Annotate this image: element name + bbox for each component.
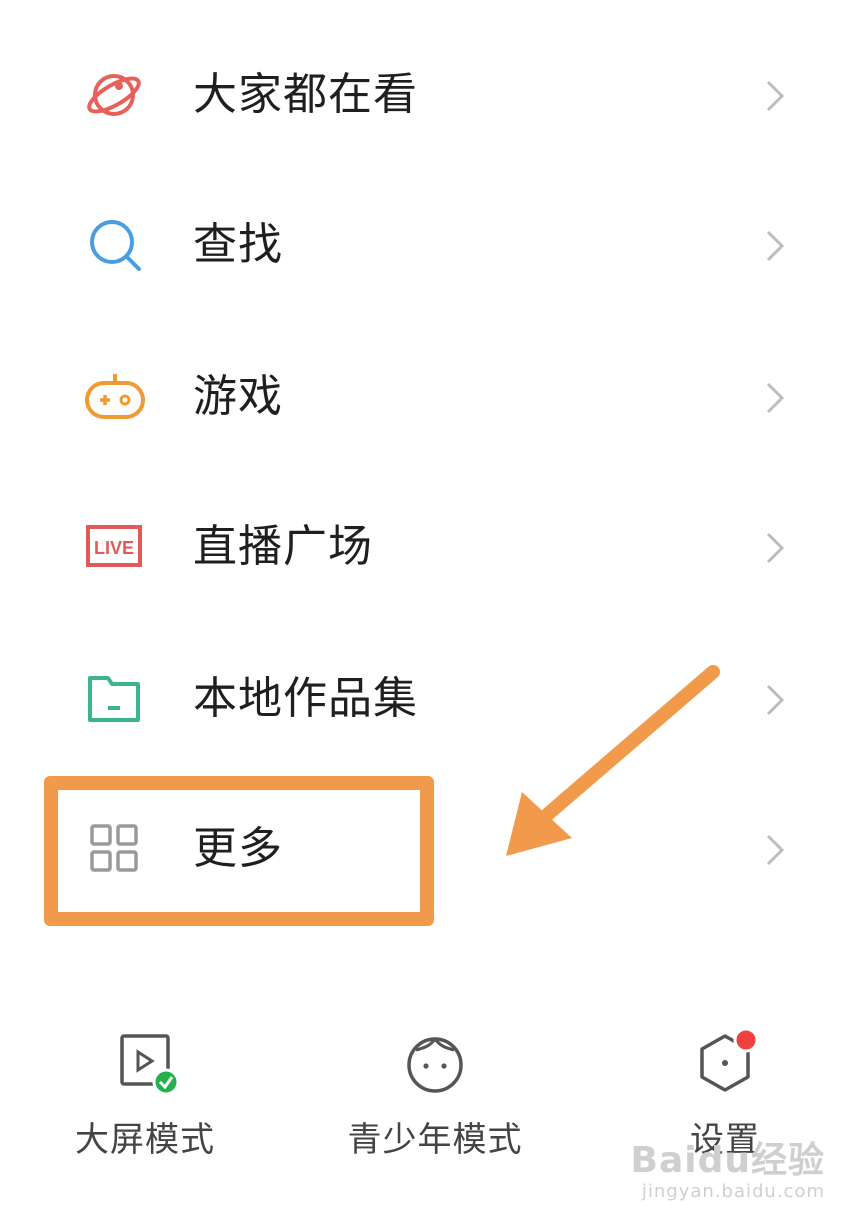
menu-item-everyone-watching[interactable]: 大家都在看 [0, 20, 867, 170]
baidu-watermark: Baidu经验 jingyan.baidu.com [630, 1140, 825, 1203]
menu-item-label: 本地作品集 [193, 673, 418, 724]
bottom-item-label: 大屏模式 [75, 1120, 215, 1160]
chevron-right-icon [760, 832, 790, 868]
notification-badge [733, 1028, 759, 1053]
search-icon [84, 214, 146, 276]
menu-item-live-square[interactable]: LIVE 直播广场 [0, 472, 867, 622]
menu-item-search[interactable]: 查找 [0, 170, 867, 320]
live-icon-text: LIVE [94, 538, 134, 558]
bottom-teen-mode[interactable]: 青少年模式 [315, 1020, 555, 1170]
folder-icon [84, 668, 146, 730]
menu-item-label: 游戏 [193, 371, 283, 422]
hexagon-settings-icon [690, 1028, 760, 1098]
chevron-right-icon [760, 530, 790, 566]
menu-item-label: 查找 [193, 219, 283, 270]
bottom-item-label: 青少年模式 [347, 1120, 523, 1160]
chevron-right-icon [760, 228, 790, 264]
chevron-right-icon [760, 380, 790, 416]
planet-icon [84, 64, 146, 126]
chevron-right-icon [760, 78, 790, 114]
watermark-url: jingyan.baidu.com [641, 1181, 825, 1202]
menu-item-games[interactable]: 游戏 [0, 322, 867, 472]
gamepad-icon [84, 366, 146, 428]
live-icon: LIVE [84, 516, 146, 578]
bottom-big-screen-mode[interactable]: 大屏模式 [25, 1020, 265, 1170]
chevron-right-icon [760, 682, 790, 718]
menu-item-label: 大家都在看 [193, 69, 418, 120]
annotation-highlight-box [44, 776, 434, 926]
child-face-icon [400, 1028, 470, 1098]
screen-play-icon [110, 1028, 180, 1098]
watermark-brand: Baidu经验 [630, 1140, 825, 1181]
menu-item-label: 直播广场 [193, 521, 373, 572]
menu-item-local-works[interactable]: 本地作品集 [0, 624, 867, 774]
